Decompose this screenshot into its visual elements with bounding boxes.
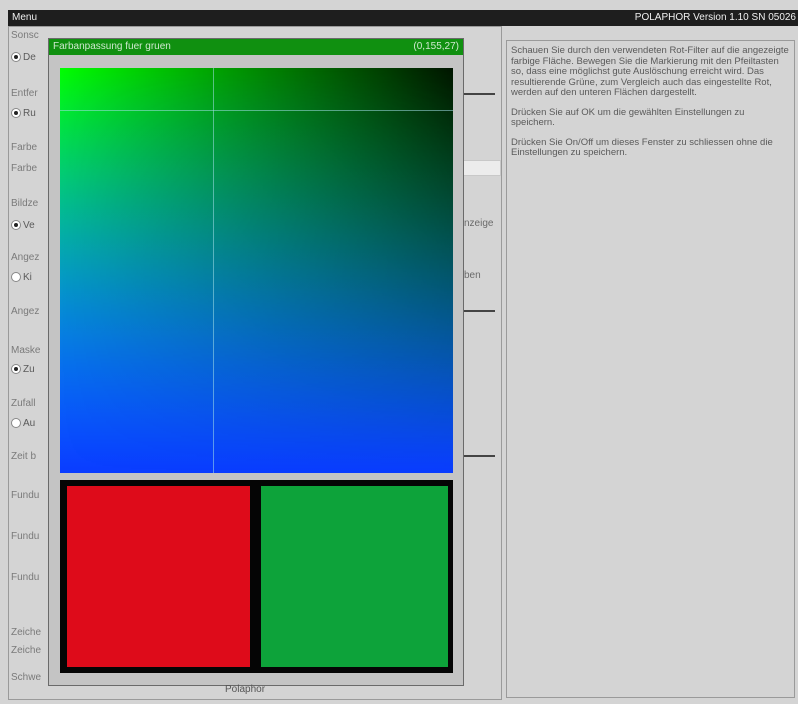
crosshair-vertical[interactable] [213,68,214,473]
radio-indicator [11,52,21,63]
help-paragraph: Drücken Sie auf OK um die gewählten Eins… [511,106,745,128]
help-paragraph: Drücken Sie On/Off um dieses Fenster zu … [511,136,773,158]
help-paragraph: Schauen Sie durch den verwendeten Rot-Fi… [511,45,789,98]
setting-fragment-text: nzeige [464,218,494,229]
reference-red-swatch [67,486,250,667]
setting-radio[interactable]: Zu [11,364,35,375]
color-adjust-dialog: Farbanpassung fuer gruen (0,155,27) [48,38,464,686]
setting-label: Maske [11,345,41,356]
setting-label: Zeiche [11,645,42,656]
radio-indicator [11,418,21,429]
setting-label: Angez [11,306,40,317]
setting-label: Schwe [11,672,42,683]
setting-radio[interactable]: Ve [11,220,35,231]
setting-label: Angez [11,252,40,263]
color-field[interactable] [463,160,501,176]
setting-label: Fundu [11,531,40,542]
crosshair-horizontal[interactable] [60,110,453,111]
setting-label: Fundu [11,572,40,583]
setting-label: Bildze [11,198,39,209]
setting-label: Zeiche [11,627,42,638]
app-titlebar: Menu POLAPHOR Version 1.10 SN 05026 [8,10,798,26]
rgb-value-readout: (0,155,27) [413,41,459,52]
selected-green-swatch [261,486,448,667]
menu-button[interactable]: Menu [12,12,37,23]
radio-label: Ki [23,272,32,283]
comparison-swatches [60,480,453,673]
radio-indicator [11,220,21,231]
picker-shade [60,68,453,473]
radio-indicator [11,108,21,119]
setting-radio[interactable]: Ki [11,272,32,283]
setting-label: Farbe [11,163,38,174]
setting-radio[interactable]: Ru [11,108,36,119]
setting-label: Entfer [11,88,38,99]
setting-label: Farbe [11,142,38,153]
setting-label: Zeit b [11,451,37,462]
setting-radio[interactable]: De [11,52,36,63]
radio-label: Ru [23,108,36,119]
slider-track[interactable] [463,455,495,457]
setting-radio[interactable]: Au [11,418,35,429]
help-panel: Schauen Sie durch den verwendeten Rot-Fi… [506,40,795,698]
slider-track[interactable] [463,310,495,312]
setting-label: Zufall [11,398,36,409]
setting-label: Sonsc [11,30,39,41]
slider-track[interactable] [463,93,495,95]
footer-label: Polaphor [225,684,266,695]
setting-fragment-text: ben [464,270,481,281]
color-picker-area[interactable] [60,68,453,473]
radio-indicator [11,272,21,283]
radio-label: De [23,52,36,63]
radio-label: Zu [23,364,35,375]
radio-indicator [11,364,21,375]
radio-label: Ve [23,220,35,231]
dialog-titlebar: Farbanpassung fuer gruen (0,155,27) [49,39,463,55]
dialog-title: Farbanpassung fuer gruen [53,41,171,52]
version-label: POLAPHOR Version 1.10 SN 05026 [634,12,796,23]
setting-label: Fundu [11,490,40,501]
radio-label: Au [23,418,36,429]
